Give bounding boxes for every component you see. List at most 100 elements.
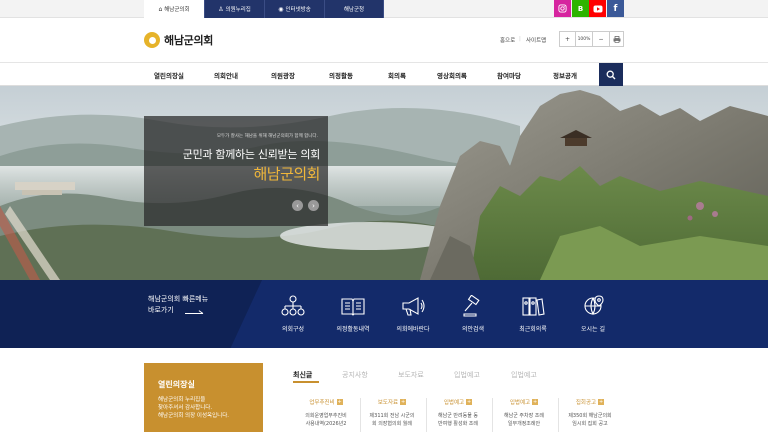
util-divider: | xyxy=(519,36,521,42)
tab-latest[interactable]: 최신글 xyxy=(293,370,312,380)
chevron-right-icon: › xyxy=(312,201,315,210)
quick-menu-title-line1: 해남군의회 빠른메뉴 xyxy=(148,295,209,303)
news-card-line: 제311회 전남 시군의 xyxy=(369,413,415,419)
hero-title: 군민과 함께하는 신뢰받는 의회 xyxy=(182,148,321,161)
active-tab-indicator xyxy=(293,381,319,383)
hero-council-name: 해남군의회 xyxy=(253,165,320,183)
news-card[interactable]: 입법예고 + 해남군 반려동물 동 반여행 활성화 조례 xyxy=(427,398,489,428)
blog-icon[interactable]: B xyxy=(572,0,589,17)
chevron-left-icon: ‹ xyxy=(296,201,299,210)
zoom-in-button[interactable]: + xyxy=(560,32,576,46)
print-button[interactable] xyxy=(609,31,624,47)
main-nav: 열린의장실 의회안내 의원광장 의정활동 회의록 영상회의록 참여마당 정보공개 xyxy=(0,63,768,86)
broadcast-icon: ◉ xyxy=(278,5,284,13)
news-card-category: 업무추진비 + xyxy=(295,398,357,406)
quick-item-directions[interactable]: 오시는 길 xyxy=(563,294,623,333)
search-icon xyxy=(606,70,616,79)
quick-item-label: 의안검색 xyxy=(461,326,485,333)
home-icon: ⌂ xyxy=(158,5,163,13)
quick-item-label: 의정활동내역 xyxy=(336,326,370,333)
nav-item-members[interactable]: 의원광장 xyxy=(271,70,295,80)
category-label: 보도자료 xyxy=(377,400,399,406)
tab-legislation-2[interactable]: 입법예고 xyxy=(511,370,537,380)
home-link[interactable]: 홈으로 xyxy=(500,36,515,44)
site-logo[interactable]: 해남군의회 xyxy=(144,32,213,48)
open-office-title: 열린의장실 xyxy=(158,380,195,389)
news-card[interactable]: 업무추진비 + 의회운영업무추진비 사용내역(2026년2 xyxy=(295,398,357,428)
megaphone-icon xyxy=(383,294,443,318)
quick-menu-bar: 해남군의회 빠른메뉴 바로가기 의회구성 의정활동내역 의회에바란다 의안검색 … xyxy=(0,280,768,348)
quick-item-recent-minutes[interactable]: 최근회의록 xyxy=(503,294,563,333)
arrow-right-icon xyxy=(185,309,203,314)
plus-icon: + xyxy=(466,399,473,405)
quick-item-organization[interactable]: 의회구성 xyxy=(263,294,323,333)
category-label: 업무추진비 xyxy=(309,400,335,406)
hero-banner xyxy=(0,86,768,280)
zoom-out-button[interactable]: − xyxy=(593,32,609,46)
open-office-line: 해남군의회 의장 이성옥입니다. xyxy=(158,413,230,419)
top-tab-county-office[interactable]: 해남군청 xyxy=(325,0,384,18)
person-icon: ♙ xyxy=(218,5,224,13)
quick-item-label: 오시는 길 xyxy=(581,326,605,333)
news-card-body: 해남군 주차장 조례 일부개정조례안 xyxy=(493,412,555,428)
news-card-body: 제350회 해남군의회 임시회 집회 공고 xyxy=(559,412,621,428)
hero-prev-button[interactable]: ‹ xyxy=(292,200,303,211)
top-tab-label: 해남군청 xyxy=(343,7,365,13)
news-card-category: 입법예고 + xyxy=(493,398,555,406)
top-tab-broadcast[interactable]: ◉ 인터넷방송 xyxy=(265,0,325,18)
nav-item-minutes[interactable]: 회의록 xyxy=(388,70,406,80)
top-tab-label: 인터넷방송 xyxy=(285,7,311,13)
tab-notices[interactable]: 공지사항 xyxy=(342,370,368,380)
top-tab-member[interactable]: ♙ 의원누리집 xyxy=(205,0,265,18)
news-card-line: 제350회 해남군의회 xyxy=(568,413,612,419)
plus-icon: + xyxy=(532,399,539,405)
nav-item-chairman-office[interactable]: 열린의장실 xyxy=(154,70,184,80)
quick-item-petition[interactable]: 의회에바란다 xyxy=(383,294,443,333)
tab-press[interactable]: 보도자료 xyxy=(398,370,424,380)
open-office-panel[interactable]: 열린의장실 해남군의회 누리집을 찾아주셔서 감사합니다. 해남군의회 의장 이… xyxy=(144,363,263,432)
zoom-control: + 100% − xyxy=(559,31,610,47)
plus-icon: + xyxy=(400,399,407,405)
plus-icon: + xyxy=(598,399,605,405)
news-card-body: 해남군 반려동물 동 반여행 활성화 조례 xyxy=(427,412,489,428)
nav-item-council-info[interactable]: 의회안내 xyxy=(214,70,238,80)
sitemap-link[interactable]: 사이트맵 xyxy=(526,36,546,44)
nav-item-activities[interactable]: 의정활동 xyxy=(329,70,353,80)
news-card-body: 의회운영업무추진비 사용내역(2026년2 xyxy=(295,412,357,428)
top-utility-bar: ⌂ 해남군의회 ♙ 의원누리집 ◉ 인터넷방송 해남군청 B f xyxy=(0,0,768,18)
nav-item-disclosure[interactable]: 정보공개 xyxy=(553,70,577,80)
top-tab-council[interactable]: ⌂ 해남군의회 xyxy=(144,0,205,18)
news-card[interactable]: 입법예고 + 해남군 주차장 조례 일부개정조례안 xyxy=(493,398,555,428)
tab-legislation[interactable]: 입법예고 xyxy=(454,370,480,380)
map-pin-icon xyxy=(563,294,623,318)
nav-item-participation[interactable]: 참여마당 xyxy=(497,70,521,80)
category-label: 입법예고 xyxy=(443,400,465,406)
quick-item-label: 의회에바란다 xyxy=(396,326,430,333)
nav-item-video-minutes[interactable]: 영상회의록 xyxy=(437,70,467,80)
open-office-line: 해남군의회 누리집을 xyxy=(158,397,206,403)
search-button[interactable] xyxy=(599,63,623,86)
news-card-body: 제311회 전남 시군의 회 의장협의회 월례 xyxy=(361,412,423,428)
news-card-line: 의회운영업무추진비 xyxy=(305,413,347,419)
hero-next-button[interactable]: › xyxy=(308,200,319,211)
gavel-icon xyxy=(443,294,503,318)
hero-subtitle: 모두가 잘사는 해남을 위해 해남군의회가 함께 합니다. xyxy=(216,134,318,139)
facebook-icon[interactable]: f xyxy=(607,0,624,17)
site-header: 해남군의회 홈으로 | 사이트맵 + 100% − xyxy=(0,18,768,63)
top-tab-label: 해남군의회 xyxy=(164,7,190,13)
open-office-line: 찾아주셔서 감사합니다. xyxy=(158,405,213,411)
quick-item-activity-record[interactable]: 의정활동내역 xyxy=(323,294,383,333)
instagram-icon[interactable] xyxy=(554,0,571,17)
news-card[interactable]: 보도자료 + 제311회 전남 시군의 회 의장협의회 월례 xyxy=(361,398,423,428)
category-label: 입법예고 xyxy=(509,400,531,406)
news-card-line: 사용내역(2026년2 xyxy=(305,421,347,427)
news-card[interactable]: 집회공고 + 제350회 해남군의회 임시회 집회 공고 xyxy=(559,398,621,428)
print-icon xyxy=(613,35,620,43)
news-card-line: 회 의장협의회 월례 xyxy=(372,421,412,427)
quick-item-bill-search[interactable]: 의안검색 xyxy=(443,294,503,333)
news-card-category: 입법예고 + xyxy=(427,398,489,406)
organization-icon xyxy=(263,294,323,318)
content-section: 열린의장실 해남군의회 누리집을 찾아주셔서 감사합니다. 해남군의회 의장 이… xyxy=(0,348,768,432)
open-office-text: 해남군의회 누리집을 찾아주셔서 감사합니다. 해남군의회 의장 이성옥입니다. xyxy=(158,396,229,420)
youtube-icon[interactable] xyxy=(589,0,606,17)
